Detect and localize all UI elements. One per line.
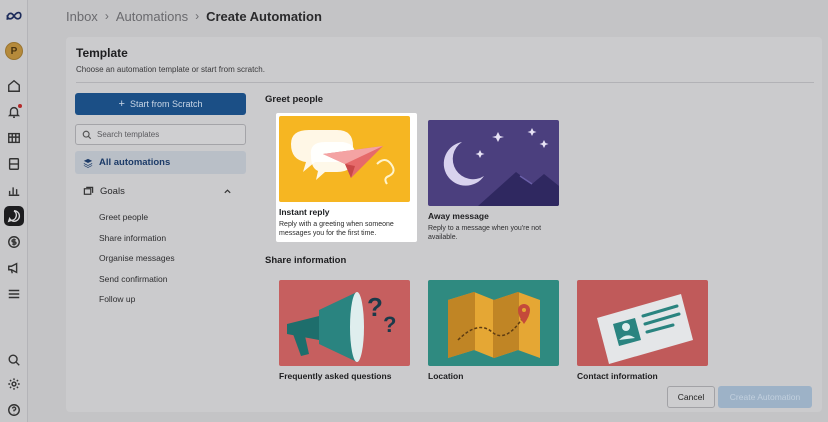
location-illustration <box>428 280 559 366</box>
goals-label: Goals <box>100 185 125 197</box>
ads-megaphone-icon[interactable] <box>4 258 24 278</box>
goals-icon <box>83 186 94 195</box>
notification-dot <box>18 104 22 108</box>
section-title-share-information: Share information <box>265 255 347 266</box>
search-templates-field[interactable] <box>75 124 246 145</box>
chevron-right-icon: › <box>195 9 200 23</box>
template-card-location[interactable]: Location <box>428 280 559 381</box>
breadcrumb: Inbox › Automations › Create Automation <box>66 8 322 24</box>
away-message-illustration <box>428 120 559 206</box>
breadcrumb-inbox[interactable]: Inbox <box>66 9 98 24</box>
card-title: Location <box>428 371 464 381</box>
panel-title: Template <box>76 46 128 60</box>
settings-gear-icon[interactable] <box>4 374 24 394</box>
breadcrumb-automations[interactable]: Automations <box>116 9 188 24</box>
card-title: Frequently asked questions <box>279 371 392 381</box>
create-automation-button[interactable]: Create Automation <box>718 386 812 408</box>
panel-subtitle: Choose an automation template or start f… <box>76 65 265 74</box>
goal-greet-people[interactable]: Greet people <box>99 212 148 222</box>
start-from-scratch-button[interactable]: + Start from Scratch <box>75 93 246 115</box>
inbox-chat-icon[interactable] <box>4 206 24 226</box>
search-templates-input[interactable] <box>97 130 237 139</box>
search-icon <box>82 130 92 139</box>
goal-follow-up[interactable]: Follow up <box>99 294 135 304</box>
plus-icon: + <box>118 98 125 110</box>
monetization-dollar-icon[interactable] <box>4 232 24 252</box>
card-description: Reply to a message when you're not avail… <box>428 225 542 241</box>
search-icon[interactable] <box>4 350 24 370</box>
card-description: Reply with a greeting when someone messa… <box>279 221 394 237</box>
insights-chart-icon[interactable] <box>4 180 24 200</box>
goals-section-toggle[interactable]: Goals <box>83 184 238 198</box>
template-card-faq[interactable]: ? ? Frequently asked questions <box>279 280 410 381</box>
contact-information-illustration <box>577 280 708 366</box>
goal-send-confirmation[interactable]: Send confirmation <box>99 274 168 284</box>
svg-text:?: ? <box>383 312 396 337</box>
all-automations-item[interactable]: All automations <box>75 151 246 174</box>
card-title: Instant reply <box>279 207 330 217</box>
template-card-contact-information[interactable]: Contact information <box>577 280 708 381</box>
section-title-greet-people: Greet people <box>265 94 324 105</box>
meta-logo-icon[interactable] <box>4 6 24 26</box>
divider <box>76 82 814 83</box>
pages-icon[interactable] <box>4 154 24 174</box>
layers-icon <box>83 158 93 168</box>
template-panel: Template Choose an automation template o… <box>66 37 822 412</box>
start-from-scratch-label: Start from Scratch <box>129 99 203 109</box>
chevron-right-icon: › <box>104 9 109 23</box>
card-title: Contact information <box>577 371 658 381</box>
help-icon[interactable] <box>4 400 24 420</box>
card-title: Away message <box>428 211 489 221</box>
table-icon[interactable] <box>4 128 24 148</box>
faq-illustration: ? ? <box>279 280 410 366</box>
goal-organise-messages[interactable]: Organise messages <box>99 253 175 263</box>
template-card-away-message[interactable]: Away message Reply to a message when you… <box>428 120 559 242</box>
goal-share-information[interactable]: Share information <box>99 233 166 243</box>
notifications-bell-icon[interactable] <box>4 102 24 122</box>
menu-icon[interactable] <box>4 284 24 304</box>
cancel-button[interactable]: Cancel <box>667 386 715 408</box>
all-automations-label: All automations <box>99 157 171 168</box>
breadcrumb-current: Create Automation <box>206 8 322 24</box>
avatar[interactable]: P <box>5 42 23 60</box>
svg-text:?: ? <box>367 292 383 322</box>
template-card-instant-reply[interactable]: Instant reply Reply with a greeting when… <box>276 113 417 242</box>
instant-reply-illustration <box>279 116 410 202</box>
home-icon[interactable] <box>4 76 24 96</box>
left-rail: P <box>0 0 28 422</box>
chevron-up-icon <box>224 188 231 193</box>
